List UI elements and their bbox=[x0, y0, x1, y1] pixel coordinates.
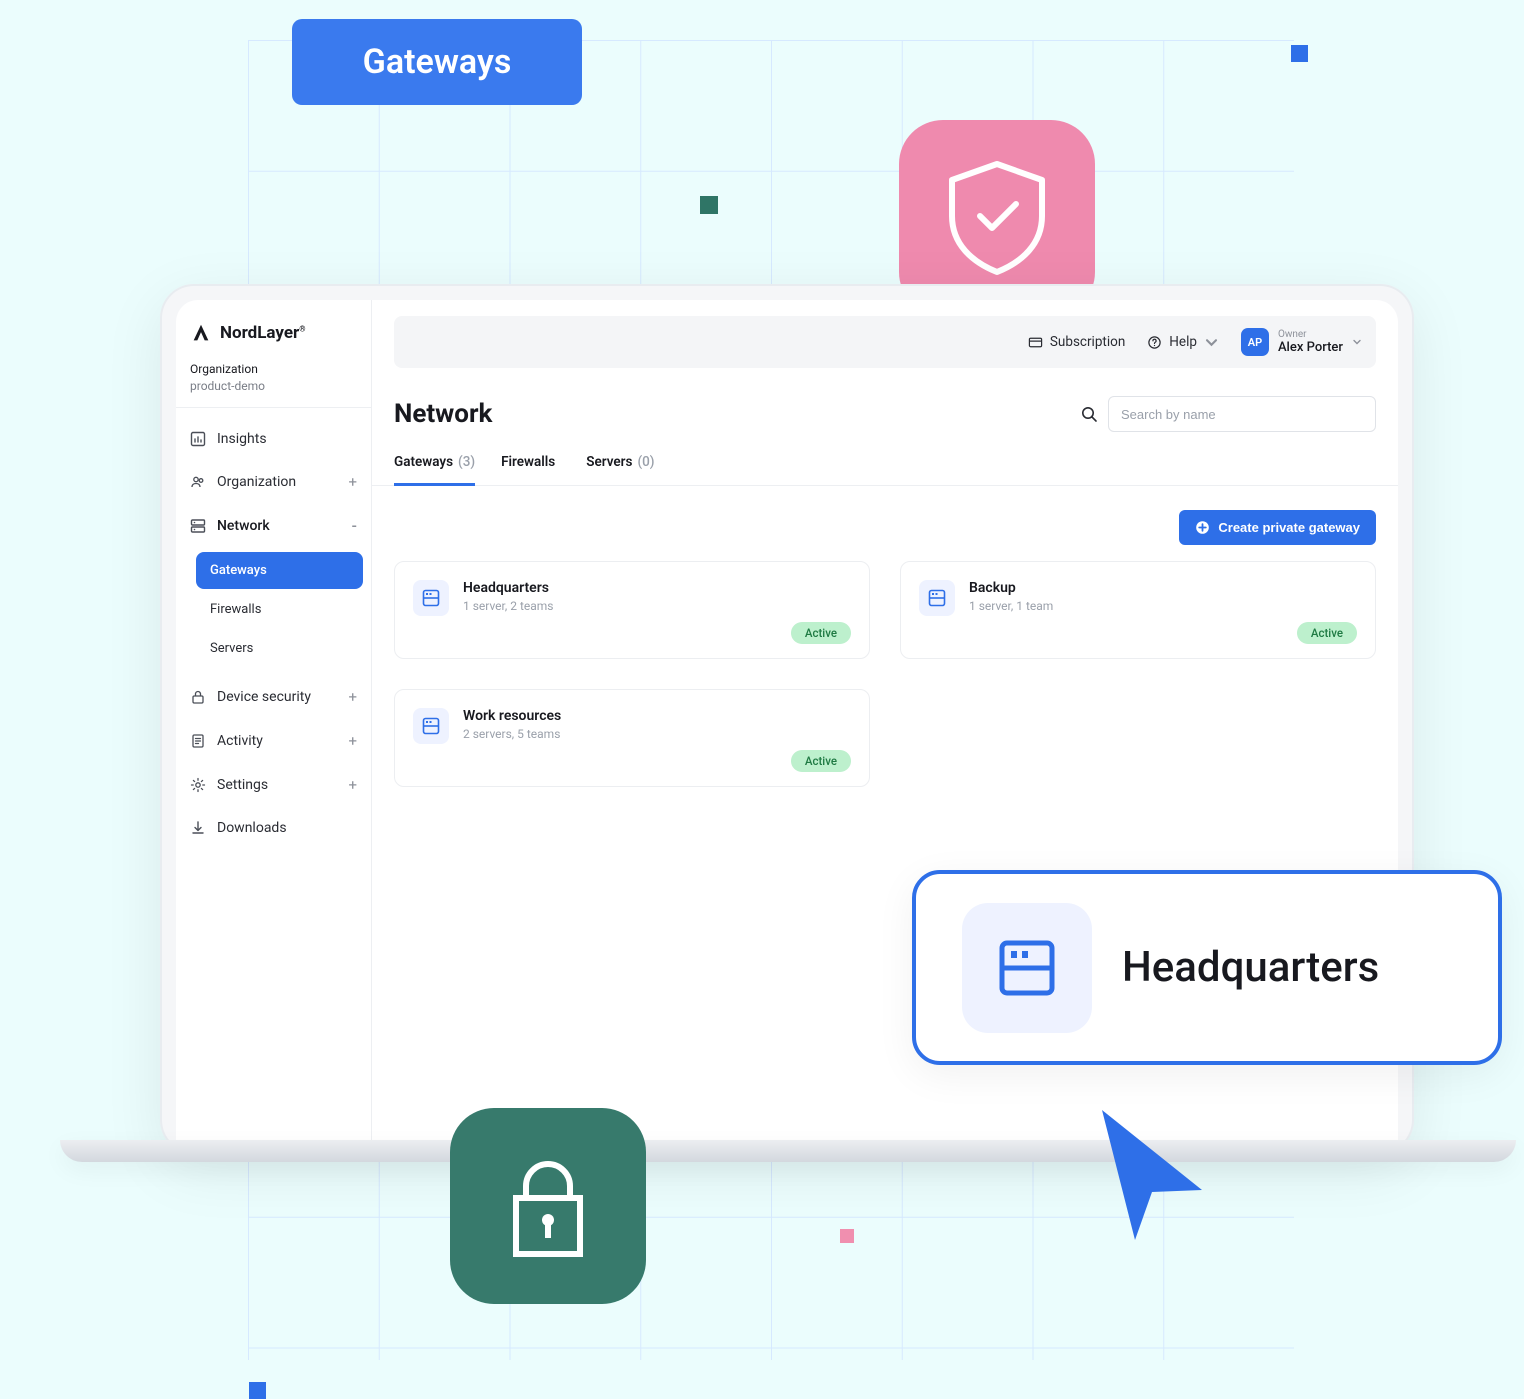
status-badge: Active bbox=[791, 750, 851, 772]
cursor-icon bbox=[1087, 1100, 1217, 1250]
page-title: Network bbox=[394, 399, 492, 429]
subnav-network: Gateways Firewalls Servers bbox=[176, 548, 371, 675]
nav: Insights Organization + Network - bbox=[176, 408, 371, 859]
tab-servers[interactable]: Servers (0) bbox=[586, 454, 654, 485]
avatar: AP bbox=[1241, 328, 1269, 356]
server-icon bbox=[919, 580, 955, 616]
tab-firewalls[interactable]: Firewalls bbox=[501, 454, 560, 485]
subnav-firewalls[interactable]: Firewalls bbox=[196, 591, 363, 628]
server-icon bbox=[962, 903, 1092, 1033]
expand-icon: + bbox=[348, 688, 357, 706]
server-icon bbox=[190, 518, 206, 534]
sidebar-item-organization[interactable]: Organization + bbox=[176, 460, 371, 504]
callout-label: Headquarters bbox=[1122, 943, 1379, 992]
gateway-sub: 1 server, 2 teams bbox=[463, 599, 554, 613]
lock-icon bbox=[190, 689, 206, 705]
sidebar-item-insights[interactable]: Insights bbox=[176, 418, 371, 460]
sidebar: NordLayer® Organization product-demo Ins… bbox=[176, 300, 372, 1154]
decorative-square bbox=[1291, 45, 1308, 62]
search-input[interactable] bbox=[1108, 396, 1376, 432]
sidebar-item-downloads[interactable]: Downloads bbox=[176, 807, 371, 849]
status-badge: Active bbox=[791, 622, 851, 644]
shield-check-icon bbox=[942, 158, 1052, 278]
topbar: Subscription Help AP Owner Alex Porter bbox=[394, 316, 1376, 368]
chart-icon bbox=[190, 431, 206, 447]
users-icon bbox=[190, 474, 206, 490]
download-icon bbox=[190, 820, 206, 836]
collapse-icon: - bbox=[351, 517, 357, 535]
search-icon bbox=[1080, 405, 1098, 423]
gear-icon bbox=[190, 777, 206, 793]
sidebar-item-network[interactable]: Network - bbox=[176, 504, 371, 548]
brand-logo-icon bbox=[190, 322, 212, 344]
org-label: Organization bbox=[190, 362, 357, 376]
help-icon bbox=[1147, 335, 1162, 350]
expand-icon: + bbox=[348, 776, 357, 794]
chevron-down-icon bbox=[1352, 337, 1362, 347]
server-icon bbox=[413, 580, 449, 616]
gateway-card[interactable]: Backup 1 server, 1 team Active bbox=[900, 561, 1376, 659]
brand-name: NordLayer® bbox=[220, 323, 306, 343]
gateway-name: Headquarters bbox=[463, 580, 554, 596]
tab-gateways[interactable]: Gateways (3) bbox=[394, 454, 475, 486]
callout-card: Headquarters bbox=[912, 870, 1502, 1065]
user-role: Owner bbox=[1278, 329, 1343, 340]
document-icon bbox=[190, 733, 206, 749]
floating-label-gateways: Gateways bbox=[292, 19, 582, 105]
gateway-sub: 2 servers, 5 teams bbox=[463, 727, 561, 741]
decorative-square bbox=[700, 196, 718, 214]
gateway-card[interactable]: Work resources 2 servers, 5 teams Active bbox=[394, 689, 870, 787]
laptop-base bbox=[60, 1140, 1516, 1162]
subscription-link[interactable]: Subscription bbox=[1028, 334, 1125, 350]
server-icon bbox=[413, 708, 449, 744]
lock-icon bbox=[498, 1146, 598, 1266]
gateway-name: Backup bbox=[969, 580, 1053, 596]
expand-icon: + bbox=[348, 732, 357, 750]
user-menu[interactable]: AP Owner Alex Porter bbox=[1241, 328, 1362, 356]
gateway-name: Work resources bbox=[463, 708, 561, 724]
card-icon bbox=[1028, 335, 1043, 350]
brand: NordLayer® bbox=[176, 300, 371, 358]
decorative-square bbox=[249, 1382, 266, 1399]
user-name: Alex Porter bbox=[1278, 340, 1343, 355]
org-block: Organization product-demo bbox=[176, 358, 371, 408]
subnav-servers[interactable]: Servers bbox=[196, 630, 363, 667]
sidebar-item-device-security[interactable]: Device security + bbox=[176, 675, 371, 719]
gateway-cards: Headquarters 1 server, 2 teams Active Ba… bbox=[372, 561, 1398, 787]
org-name: product-demo bbox=[190, 379, 357, 393]
chevron-down-icon bbox=[1204, 335, 1219, 350]
expand-icon: + bbox=[348, 473, 357, 491]
gateway-card[interactable]: Headquarters 1 server, 2 teams Active bbox=[394, 561, 870, 659]
lock-badge bbox=[450, 1108, 646, 1304]
plus-circle-icon bbox=[1195, 520, 1210, 535]
help-menu[interactable]: Help bbox=[1147, 334, 1219, 350]
sidebar-item-settings[interactable]: Settings + bbox=[176, 763, 371, 807]
create-private-gateway-button[interactable]: Create private gateway bbox=[1179, 510, 1376, 545]
sidebar-item-activity[interactable]: Activity + bbox=[176, 719, 371, 763]
decorative-square bbox=[840, 1229, 854, 1243]
status-badge: Active bbox=[1297, 622, 1357, 644]
subnav-gateways[interactable]: Gateways bbox=[196, 552, 363, 589]
gateway-sub: 1 server, 1 team bbox=[969, 599, 1053, 613]
tabs: Gateways (3) Firewalls Servers (0) bbox=[372, 440, 1398, 486]
